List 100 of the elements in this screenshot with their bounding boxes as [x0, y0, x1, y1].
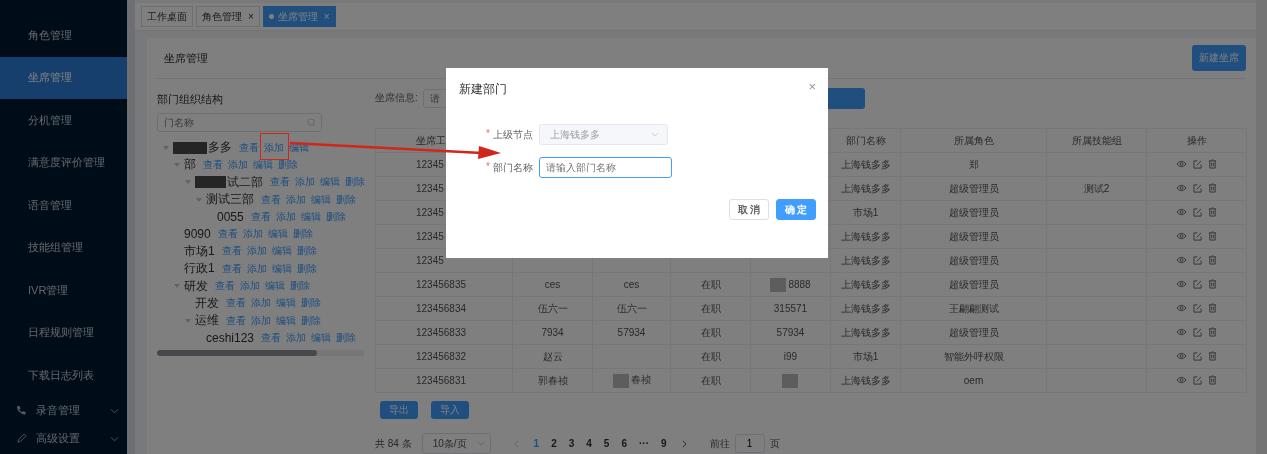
page-number[interactable]: ··· — [638, 438, 649, 449]
tree-action-link[interactable]: 编辑 — [320, 175, 340, 190]
tree-action-link[interactable]: 查看 — [261, 192, 281, 207]
trash-icon[interactable] — [1208, 375, 1217, 385]
tree-action-link[interactable]: 编辑 — [271, 261, 292, 276]
tab[interactable]: 工作桌面 — [141, 6, 193, 27]
tree-node-label[interactable]: 运维 — [195, 312, 219, 330]
tree-action-link[interactable]: 删除 — [336, 192, 356, 207]
tree-node-label[interactable]: 部 — [184, 156, 196, 174]
sidebar-item[interactable]: 录音管理 — [0, 396, 127, 425]
tree-action-link[interactable]: 删除 — [292, 227, 313, 242]
page-number[interactable]: 5 — [603, 438, 610, 449]
sidebar-item[interactable]: 角色管理 — [0, 14, 127, 57]
action-button[interactable]: 导出 — [380, 401, 418, 419]
sidebar-item[interactable]: 分机管理 — [0, 99, 127, 142]
sidebar-item[interactable]: 语音管理 — [0, 184, 127, 227]
sidebar-item[interactable]: 下载日志列表 — [0, 354, 127, 397]
sidebar-item[interactable]: 满意度评价管理 — [0, 141, 127, 184]
trash-icon[interactable] — [1208, 207, 1217, 217]
tree-action-link[interactable]: 删除 — [325, 209, 346, 224]
page-number[interactable]: 4 — [586, 438, 592, 449]
tree-node-label[interactable]: 0055 — [217, 209, 244, 224]
tree-action-link[interactable]: 查看 — [250, 209, 271, 224]
sidebar-item[interactable]: 技能组管理 — [0, 226, 127, 269]
dialog-button[interactable]: 取 消 — [729, 199, 769, 220]
tree-action-link[interactable]: 删除 — [278, 157, 298, 172]
eye-icon[interactable] — [1176, 184, 1187, 192]
sidebar-item[interactable]: 坐席管理 — [0, 56, 127, 99]
tree-action-link[interactable]: 编辑 — [271, 244, 292, 259]
tree-action-link[interactable]: 删除 — [336, 330, 357, 345]
page-number[interactable]: 6 — [621, 438, 627, 449]
tree-action-link[interactable]: 删除 — [301, 313, 321, 328]
tree-node-label[interactable]: 开发 — [195, 294, 219, 312]
caret-icon[interactable] — [174, 161, 180, 168]
scrollbar[interactable] — [127, 0, 135, 454]
caret-icon[interactable] — [185, 179, 191, 186]
tree-action-link[interactable]: 添加 — [275, 209, 296, 224]
tree-action-link[interactable]: 添加 — [246, 261, 267, 276]
edit-icon[interactable] — [1193, 279, 1202, 289]
trash-icon[interactable] — [1208, 255, 1217, 265]
edit-icon[interactable] — [1193, 159, 1202, 169]
tree-action-link[interactable]: 编辑 — [276, 313, 296, 328]
tree-node-label[interactable]: ceshi123 — [206, 330, 255, 345]
dialog-button[interactable]: 确 定 — [776, 199, 816, 220]
tree-action-link[interactable]: 添加 — [242, 227, 263, 242]
edit-icon[interactable] — [1193, 303, 1202, 313]
tree-node-label[interactable]: 市场1 — [184, 242, 215, 260]
eye-icon[interactable] — [1176, 376, 1187, 384]
tree-action-link[interactable]: 添加 — [251, 296, 271, 311]
trash-icon[interactable] — [1208, 351, 1217, 361]
trash-icon[interactable] — [1208, 231, 1217, 241]
tab[interactable]: 坐席管理 × — [262, 6, 336, 27]
tree-action-link[interactable]: 添加 — [295, 175, 315, 190]
tree-action-link[interactable]: 编辑 — [311, 192, 331, 207]
department-name-field[interactable]: 请输入部门名称 — [539, 157, 672, 178]
tree-action-link[interactable]: 删除 — [301, 296, 321, 311]
search-field[interactable]: 门名称 — [157, 113, 322, 132]
eye-icon[interactable] — [1176, 160, 1187, 168]
tree-action-link[interactable]: 删除 — [296, 261, 317, 276]
tree-node-label[interactable]: 9090 — [184, 227, 211, 242]
tree-action-link[interactable]: 查看 — [226, 296, 246, 311]
trash-icon[interactable] — [1208, 183, 1217, 193]
close-button[interactable]: × — [808, 81, 816, 98]
tree-action-link[interactable]: 查看 — [217, 227, 238, 242]
caret-icon[interactable] — [174, 283, 180, 289]
tree-action-link[interactable]: 查看 — [221, 244, 242, 259]
tree-action-link[interactable]: 删除 — [296, 244, 317, 259]
tree-action-link[interactable]: 查看 — [203, 157, 223, 172]
action-button[interactable]: 导入 — [431, 401, 469, 419]
page-number[interactable]: 3 — [568, 438, 575, 449]
sidebar-item[interactable]: 日程规则管理 — [0, 311, 127, 354]
edit-icon[interactable] — [1193, 327, 1202, 337]
tree-node-label[interactable]: 多多 — [208, 139, 232, 157]
eye-icon[interactable] — [1176, 328, 1187, 336]
trash-icon[interactable] — [1208, 159, 1217, 169]
eye-icon[interactable] — [1176, 304, 1187, 312]
tree-action-link[interactable]: 查看 — [226, 313, 246, 328]
caret-icon[interactable] — [185, 317, 191, 324]
eye-icon[interactable] — [1176, 232, 1187, 240]
tree-action-link[interactable]: 编辑 — [276, 296, 296, 311]
sidebar-item[interactable]: IVR管理 — [0, 269, 127, 312]
page-number[interactable]: 1 — [533, 438, 540, 449]
tree-node-label[interactable]: 行政1 — [184, 260, 215, 278]
edit-icon[interactable] — [1193, 351, 1202, 361]
tree-action-link[interactable]: 删除 — [345, 175, 365, 190]
caret-icon[interactable] — [196, 196, 202, 203]
new-agent-button[interactable]: 新建坐席 — [1192, 45, 1246, 71]
page-input[interactable]: 1 — [734, 434, 765, 453]
tree-node-label[interactable]: 测试三部 — [206, 191, 254, 209]
eye-icon[interactable] — [1176, 352, 1187, 360]
tree-action-link[interactable]: 查看 — [221, 261, 242, 276]
eye-icon[interactable] — [1176, 256, 1187, 264]
tree-action-link[interactable]: 添加 — [246, 244, 267, 259]
tree-action-link[interactable]: 编辑 — [265, 279, 285, 293]
tree-action-link[interactable]: 删除 — [290, 279, 310, 293]
tree-action-link[interactable]: 编辑 — [311, 330, 332, 345]
edit-icon[interactable] — [1193, 231, 1202, 241]
tree-action-link[interactable]: 查看 — [215, 279, 235, 293]
scrollbar-thumb[interactable] — [157, 349, 317, 356]
tree-action-link[interactable]: 添加 — [286, 192, 306, 207]
